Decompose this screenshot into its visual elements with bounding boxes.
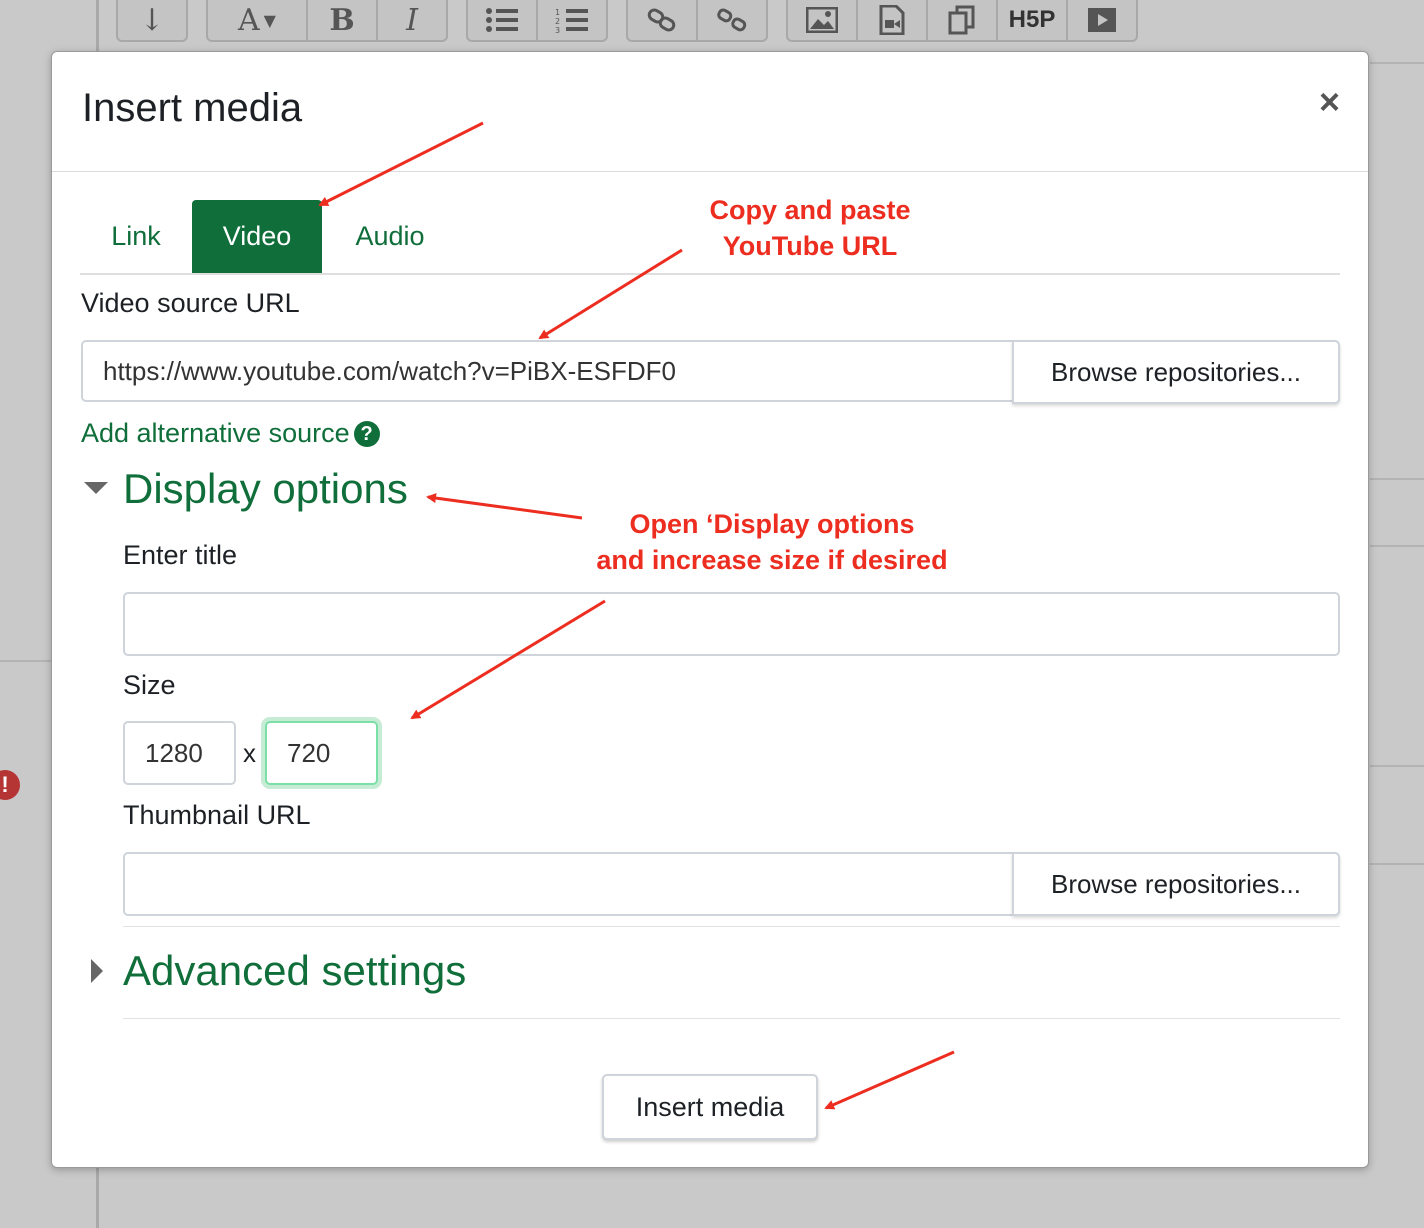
warning-icon: ! <box>0 770 20 800</box>
add-alternative-source-link[interactable]: Add alternative source? <box>81 418 380 449</box>
editor-divider <box>1370 478 1424 480</box>
tab-audio[interactable]: Audio <box>330 200 450 273</box>
annotation-display-options: Open ‘Display options and increase size … <box>560 506 984 578</box>
editor-divider <box>1370 62 1424 64</box>
tab-link[interactable]: Link <box>80 200 192 273</box>
title-input[interactable] <box>123 592 1340 656</box>
dialog-header: Insert media × <box>52 52 1368 172</box>
help-icon[interactable]: ? <box>353 421 380 447</box>
svg-text:1: 1 <box>555 8 560 17</box>
advanced-settings-toggle[interactable]: Advanced settings <box>123 947 466 995</box>
expand-caret-icon[interactable] <box>84 482 108 494</box>
link-icon[interactable] <box>628 0 698 40</box>
toolbar-group: H5P <box>786 0 1138 42</box>
media-icon[interactable] <box>858 0 928 40</box>
annotation-line: Open ‘Display options <box>629 509 915 539</box>
font-color-icon[interactable]: A ▼ <box>208 0 308 40</box>
annotation-line: Copy and paste <box>709 195 911 225</box>
italic-icon[interactable]: I <box>378 0 446 40</box>
toolbar-group: A ▼ B I <box>206 0 448 42</box>
size-separator: x <box>243 738 256 768</box>
unlink-icon[interactable] <box>698 0 766 40</box>
close-icon[interactable]: × <box>1319 84 1340 120</box>
collapse-caret-icon[interactable] <box>91 959 103 983</box>
editor-divider <box>1370 765 1424 767</box>
video-source-label: Video source URL <box>81 288 300 318</box>
height-input[interactable] <box>265 721 378 785</box>
annotation-copy-paste: Copy and paste YouTube URL <box>660 192 960 264</box>
editor-divider <box>1370 545 1424 547</box>
browse-repositories-button[interactable]: Browse repositories... <box>1012 340 1340 404</box>
annotation-line: and increase size if desired <box>596 545 948 575</box>
enter-title-label: Enter title <box>123 540 238 570</box>
insert-media-button[interactable]: Insert media <box>602 1074 818 1140</box>
toolbar-group: 123 <box>466 0 608 42</box>
width-input[interactable] <box>123 721 236 785</box>
dialog-title: Insert media <box>82 86 303 130</box>
annotation-line: YouTube URL <box>722 231 898 261</box>
toolbar-group: ↓ <box>116 0 188 42</box>
thumbnail-browse-button[interactable]: Browse repositories... <box>1012 852 1340 916</box>
thumbnail-url-label: Thumbnail URL <box>123 800 311 830</box>
add-alternative-source-label: Add alternative source <box>81 418 350 448</box>
manage-files-icon[interactable] <box>928 0 998 40</box>
svg-text:3: 3 <box>555 26 560 33</box>
align-icon[interactable]: ↓ <box>118 0 186 40</box>
ordered-list-icon[interactable]: 123 <box>538 0 606 40</box>
divider <box>123 1018 1340 1019</box>
display-options-toggle[interactable]: Display options <box>123 465 408 513</box>
size-label: Size <box>123 670 176 700</box>
record-video-icon[interactable] <box>1068 0 1136 40</box>
divider <box>123 926 1340 927</box>
svg-text:2: 2 <box>555 17 560 26</box>
toolbar-group <box>626 0 768 42</box>
unordered-list-icon[interactable] <box>468 0 538 40</box>
tab-video[interactable]: Video <box>192 200 322 273</box>
editor-divider <box>1370 863 1424 865</box>
image-icon[interactable] <box>788 0 858 40</box>
editor-toolbar: ↓ A ▼ B I 123 H5P <box>116 0 1138 42</box>
bold-icon[interactable]: B <box>308 0 378 40</box>
video-source-input[interactable] <box>81 340 1014 402</box>
thumbnail-url-input[interactable] <box>123 852 1014 916</box>
h5p-icon[interactable]: H5P <box>998 0 1068 40</box>
